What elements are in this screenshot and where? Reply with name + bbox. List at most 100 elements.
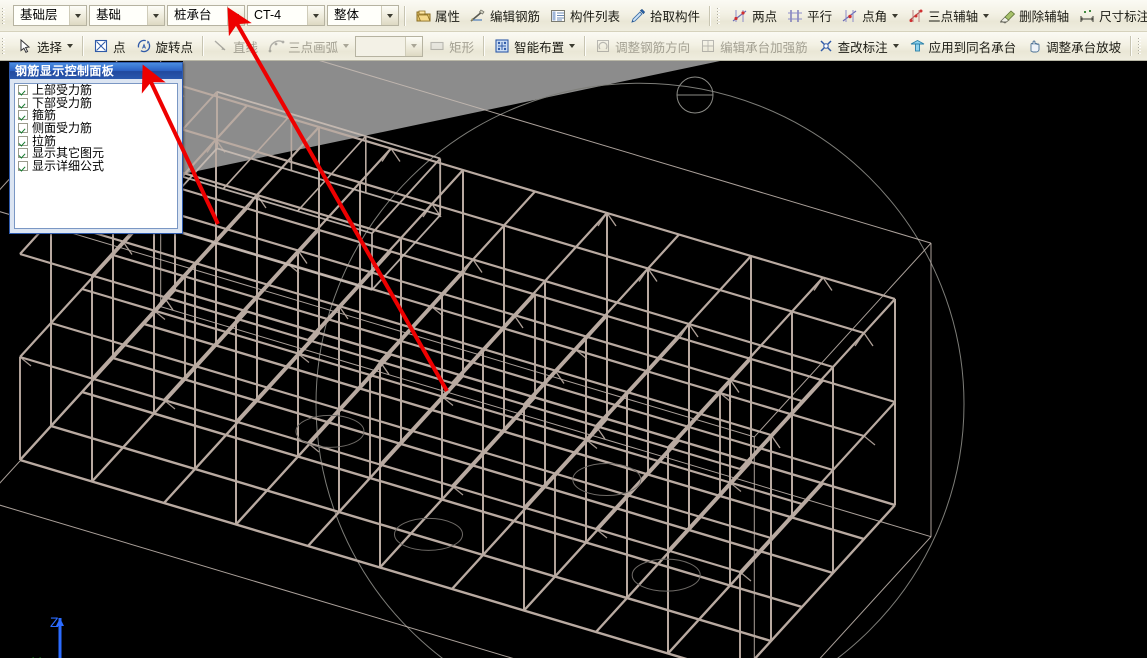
rebar-segment <box>680 324 689 337</box>
checkbox-show-other-elements[interactable] <box>18 148 28 158</box>
arc-options-combo[interactable] <box>355 36 423 57</box>
rebar-segment <box>668 484 823 654</box>
component-type-arrow[interactable] <box>147 6 164 25</box>
adjust-rebar-icon <box>595 38 612 54</box>
rebar-segment <box>524 441 679 611</box>
line-tool-button[interactable]: 直线 <box>208 34 263 58</box>
parallel-axis-button[interactable]: 平行 <box>782 4 837 28</box>
pile-circle <box>573 464 641 496</box>
rebar-segment <box>236 355 391 525</box>
rebar-option-label: 侧面受力筋 <box>32 122 92 134</box>
edit-cap-reinforcement-button[interactable]: 编辑承台加强筋 <box>695 34 813 58</box>
checkbox-show-detail-formula[interactable] <box>18 161 28 171</box>
rebar-option-label: 显示详细公式 <box>32 160 104 172</box>
pile-cap-arrow[interactable] <box>227 6 244 25</box>
dimension-button[interactable]: 尺寸标注 <box>1074 4 1147 28</box>
display-mode-value: 整体 <box>328 5 363 26</box>
checkbox-tie-rebar[interactable] <box>18 136 28 146</box>
modify-annotation-label: 查改标注 <box>838 37 888 56</box>
three-point-axis-label: 三点辅轴 <box>928 6 978 25</box>
rectangle-tool-label: 矩形 <box>449 37 474 56</box>
properties-button[interactable]: 属性 <box>410 4 465 28</box>
display-mode-selector[interactable]: 整体 <box>327 5 399 26</box>
pile-cap-selector[interactable]: 桩承台 <box>167 5 245 26</box>
rebar-display-control-panel[interactable]: 钢筋显示控制面板 上部受力筋下部受力筋箍筋侧面受力筋拉筋显示其它图元显示详细公式 <box>9 62 183 234</box>
toolbar2-grip[interactable] <box>2 36 9 56</box>
component-list-button[interactable]: 构件列表 <box>545 4 625 28</box>
axis-group-grip[interactable] <box>717 6 724 26</box>
rebar-segment <box>721 380 730 393</box>
checkbox-top-main-rebar[interactable] <box>18 85 28 95</box>
pile-cap-value: 桩承台 <box>168 5 216 26</box>
modify-annotation-caret[interactable] <box>893 44 899 48</box>
member-name-arrow[interactable] <box>307 6 324 25</box>
rebar-segment <box>452 213 607 383</box>
rotate-point-tool-button[interactable]: 旋转点 <box>131 34 199 58</box>
three-point-arc-button[interactable]: 三点画弧 <box>263 34 354 58</box>
display-mode-arrow[interactable] <box>381 6 398 25</box>
member-name-selector[interactable]: CT-4 <box>247 5 325 26</box>
delete-axis-label: 删除辅轴 <box>1019 6 1069 25</box>
rebar-segment <box>639 269 648 282</box>
ground-plane-artifact <box>183 61 720 174</box>
rebar-segment <box>754 537 931 658</box>
checkbox-stirrup[interactable] <box>18 110 28 120</box>
member-name-value: CT-4 <box>248 5 285 26</box>
rebar-option-top-main-rebar[interactable]: 上部受力筋 <box>15 84 177 97</box>
apply-to-same-name-button[interactable]: 应用到同名承台 <box>904 34 1022 58</box>
rebar-segment <box>524 235 679 405</box>
adjust-cap-slope-button[interactable]: 调整承台放坡 <box>1021 34 1126 58</box>
pick-component-button[interactable]: 拾取构件 <box>625 4 705 28</box>
floor-selector-arrow[interactable] <box>69 6 86 25</box>
dimension-label: 尺寸标注 <box>1099 6 1147 25</box>
arc-options-arrow[interactable] <box>405 37 422 56</box>
rebar-option-label: 拉筋 <box>32 135 56 147</box>
toolbar2-separator-2 <box>202 36 204 56</box>
adjust-rebar-direction-button[interactable]: 调整钢筋方向 <box>590 34 695 58</box>
rectangle-tool-button[interactable]: 矩形 <box>424 34 479 58</box>
point-angle-axis-button[interactable]: 点角 <box>837 4 903 28</box>
select-tool-button[interactable]: 选择 <box>12 34 78 58</box>
apply-to-same-name-label: 应用到同名承台 <box>929 37 1017 56</box>
smart-layout-caret[interactable] <box>569 44 575 48</box>
modify-annotation-button[interactable]: 查改标注 <box>813 34 904 58</box>
two-point-icon <box>732 8 749 24</box>
point-angle-caret[interactable] <box>892 14 898 18</box>
toolbar-row-2: 选择 点 旋转点 直线 <box>0 32 1147 61</box>
rebar-segment <box>864 436 875 445</box>
rebar-panel-list: 上部受力筋下部受力筋箍筋侧面受力筋拉筋显示其它图元显示详细公式 <box>14 83 178 229</box>
rebar-segment <box>382 149 391 162</box>
edit-rebar-label: 编辑钢筋 <box>490 6 540 25</box>
parallel-icon <box>787 8 804 24</box>
point-icon <box>93 38 110 54</box>
three-point-axis-caret[interactable] <box>983 14 989 18</box>
component-type-selector[interactable]: 基础 <box>89 5 165 26</box>
rebar-option-stirrup[interactable]: 箍筋 <box>15 109 177 122</box>
toolbar-grip[interactable] <box>2 6 9 26</box>
rebar-option-side-main-rebar[interactable]: 侧面受力筋 <box>15 122 177 135</box>
cursor-icon <box>17 38 34 54</box>
point-tool-label: 点 <box>113 37 126 56</box>
two-point-axis-button[interactable]: 两点 <box>727 4 782 28</box>
toolbar-separator <box>404 6 406 26</box>
checkbox-bottom-main-rebar[interactable] <box>18 98 28 108</box>
three-point-arc-caret[interactable] <box>343 44 349 48</box>
rebar-option-show-other-elements[interactable]: 显示其它图元 <box>15 147 177 160</box>
point-tool-button[interactable]: 点 <box>88 34 131 58</box>
toolbar2-separator-4 <box>584 36 586 56</box>
floor-selector[interactable]: 基础层 <box>13 5 87 26</box>
rebar-segment <box>92 209 247 379</box>
toolbar2-end-grip[interactable] <box>1138 36 1145 56</box>
smart-layout-button[interactable]: 智能布置 <box>489 34 580 58</box>
adjust-cap-slope-label: 调整承台放坡 <box>1046 37 1121 56</box>
delete-axis-button[interactable]: 删除辅轴 <box>994 4 1074 28</box>
arc-icon <box>268 38 285 54</box>
smart-layout-label: 智能布置 <box>514 37 564 56</box>
select-tool-caret[interactable] <box>67 44 73 48</box>
three-point-axis-button[interactable]: 三点辅轴 <box>903 4 994 28</box>
rebar-option-show-detail-formula[interactable]: 显示详细公式 <box>15 160 177 173</box>
rotate-point-label: 旋转点 <box>156 37 194 56</box>
checkbox-side-main-rebar[interactable] <box>18 123 28 133</box>
rebar-segment <box>864 333 873 346</box>
edit-rebar-button[interactable]: 编辑钢筋 <box>465 4 545 28</box>
